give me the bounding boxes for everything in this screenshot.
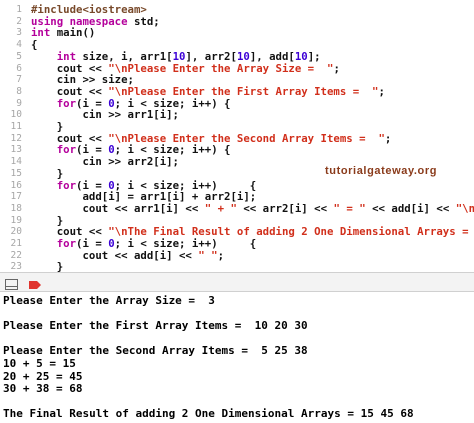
console-output: Please Enter the Array Size = 3 Please En… — [0, 292, 474, 423]
console-line: Please Enter the Array Size = 3 — [3, 294, 215, 307]
console-line: The Final Result of adding 2 One Dimensi… — [3, 407, 414, 421]
console-line: Please Enter the First Array Items = 10 … — [3, 319, 308, 333]
code-line[interactable]: 23 } — [0, 259, 474, 272]
line-number: 23 — [10, 261, 22, 272]
code-editor[interactable]: 1 #include<iostream> 2 using namespace std;… — [0, 0, 474, 272]
console-line: 30 + 38 = 68 — [3, 382, 83, 396]
code-token: } — [31, 260, 64, 272]
hide-debug-area-icon[interactable] — [5, 276, 19, 290]
watermark: tutorialgateway.org — [325, 165, 438, 177]
debug-toolbar — [0, 272, 474, 292]
breakpoint-toggle-icon[interactable] — [28, 276, 42, 289]
code-text: } — [31, 259, 63, 272]
